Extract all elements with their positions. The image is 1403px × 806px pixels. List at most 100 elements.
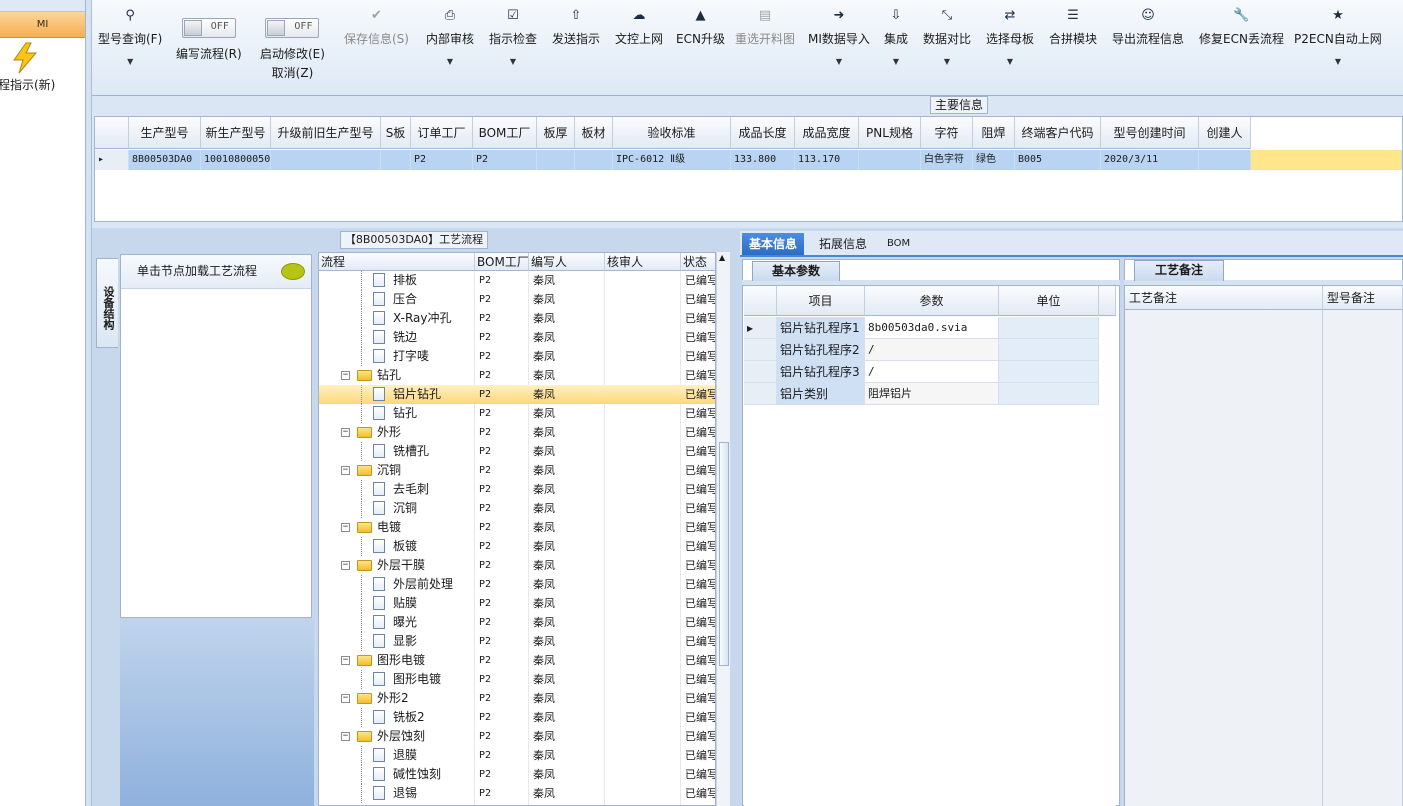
collapse-toggle-icon[interactable]: − (341, 523, 350, 532)
process-step-row[interactable]: 铝片钻孔 P2 秦凤 已编写 (319, 385, 715, 404)
process-col-header[interactable]: BOM工厂 (475, 253, 529, 271)
main-cell[interactable]: 2020/3/11 (1101, 150, 1199, 170)
save-button[interactable]: ✔ 保存信息(S) (344, 8, 409, 47)
main-col-header[interactable]: 型号创建时间 (1101, 117, 1199, 149)
main-col-header[interactable]: S板 (381, 117, 411, 149)
main-cell[interactable] (1199, 150, 1251, 170)
params-col-unit[interactable]: 单位 (999, 286, 1099, 316)
process-group-row[interactable]: − 外形 P2 秦凤 已编写 (319, 423, 715, 442)
reselect-layout-button[interactable]: ▤ 重选开料图 (735, 8, 795, 47)
main-cell[interactable] (859, 150, 921, 170)
process-group-row[interactable]: − 外形2 P2 秦凤 已编写 (319, 689, 715, 708)
param-item-cell[interactable]: 铝片钻孔程序3 (777, 361, 865, 383)
tab-extended-info[interactable]: 拓展信息 (812, 233, 874, 255)
main-col-header[interactable]: 板材 (575, 117, 613, 149)
main-cell[interactable]: P2 (473, 150, 537, 170)
data-compare-button[interactable]: ⤡ 数据对比 ▼ (923, 8, 971, 66)
process-step-row[interactable]: 打字唛 P2 秦凤 已编写 (319, 347, 715, 366)
cancel-button[interactable]: 取消(Z) (260, 64, 325, 81)
write-flow-toggle[interactable]: OFF (181, 18, 236, 38)
main-col-header[interactable]: BOM工厂 (473, 117, 537, 149)
tab-equipment-structure[interactable]: 设备结构 (96, 258, 118, 348)
process-step-row[interactable]: 去毛刺 P2 秦凤 已编写 (319, 480, 715, 499)
main-col-header[interactable]: 终端客户代码 (1015, 117, 1101, 149)
query-button[interactable]: ⚲ 型号查询(F) ▼ (98, 8, 162, 66)
main-cell[interactable]: 113.170 (795, 150, 859, 170)
param-item-cell[interactable]: 铝片类别 (777, 383, 865, 405)
process-step-row[interactable]: 贴膜 P2 秦凤 已编写 (319, 594, 715, 613)
process-step-row[interactable]: 图形电镀 P2 秦凤 已编写 (319, 670, 715, 689)
check-instruction-button[interactable]: ☑ 指示检查 ▼ (489, 8, 537, 66)
row-indicator-icon[interactable]: ▸ (744, 317, 777, 339)
process-scrollbar[interactable]: ▲ (716, 252, 730, 806)
main-col-header[interactable]: 字符 (921, 117, 973, 149)
process-group-row[interactable]: − 沉铜 P2 秦凤 已编写 (319, 461, 715, 480)
param-param-cell[interactable]: 8b00503da0.svia (865, 317, 999, 339)
p2-auto-button[interactable]: ★ P2ECN自动上网 ▼ (1294, 8, 1382, 66)
main-col-header[interactable]: 升级前旧生产型号 (271, 117, 381, 149)
main-cell[interactable] (271, 150, 381, 170)
process-group-row[interactable]: − 外层干膜 P2 秦凤 已编写 (319, 556, 715, 575)
main-col-header[interactable]: 创建人 (1199, 117, 1251, 149)
main-cell[interactable]: 白色字符 (921, 150, 973, 170)
param-unit-cell[interactable] (999, 383, 1099, 405)
params-col-item[interactable]: 项目 (777, 286, 865, 316)
process-col-header[interactable]: 编写人 (529, 253, 605, 271)
process-group-row[interactable]: − 电镀 P2 秦凤 已编写 (319, 518, 715, 537)
collapse-toggle-icon[interactable]: − (341, 561, 350, 570)
process-step-row[interactable]: 沉铜 P2 秦凤 已编写 (319, 499, 715, 518)
start-modify-toggle[interactable]: OFF (265, 18, 320, 38)
main-col-header[interactable]: 板厚 (537, 117, 575, 149)
scrollbar-thumb[interactable] (719, 442, 729, 666)
tab-basic-info[interactable]: 基本信息 (742, 233, 805, 255)
scroll-up-icon[interactable]: ▲ (719, 253, 725, 262)
row-header[interactable] (744, 383, 777, 405)
collapse-toggle-icon[interactable]: − (341, 732, 350, 741)
process-step-row[interactable]: 曝光 P2 秦凤 已编写 (319, 613, 715, 632)
tab-basic-params[interactable]: 基本参数 (752, 261, 840, 281)
doc-upload-button[interactable]: ☁ 文控上网 (615, 8, 663, 47)
process-step-row[interactable]: 板镀 P2 秦凤 已编写 (319, 537, 715, 556)
process-col-header[interactable]: 核审人 (605, 253, 681, 271)
main-cell[interactable]: B005 (1015, 150, 1101, 170)
export-flow-button[interactable]: ☺ 导出流程信息 (1112, 8, 1184, 47)
process-step-row[interactable]: 退膜 P2 秦凤 已编写 (319, 746, 715, 765)
nav-section-mi[interactable]: MI (0, 12, 85, 38)
tab-process-remarks[interactable]: 工艺备注 (1134, 260, 1224, 281)
collapse-toggle-icon[interactable]: − (341, 371, 350, 380)
process-col-header[interactable]: 流程 (319, 253, 475, 271)
process-step-row[interactable]: 退锡 P2 秦凤 已编写 (319, 784, 715, 803)
process-step-row[interactable]: 显影 P2 秦凤 已编写 (319, 632, 715, 651)
main-col-header[interactable]: 生产型号 (129, 117, 201, 149)
tab-bom[interactable]: BOM (880, 233, 917, 255)
fix-ecn-button[interactable]: 🔧 修复ECN丢流程 (1199, 8, 1284, 47)
process-step-row[interactable]: 铣板2 P2 秦凤 已编写 (319, 708, 715, 727)
integrate-button[interactable]: ⇩ 集成 ▼ (884, 8, 908, 66)
process-step-row[interactable]: X-Ray冲孔 P2 秦凤 已编写 (319, 309, 715, 328)
process-col-header[interactable]: 状态 (681, 253, 715, 271)
collapse-toggle-icon[interactable]: − (341, 656, 350, 665)
mi-import-button[interactable]: ➜ MI数据导入 ▼ (808, 8, 870, 66)
collapse-toggle-icon[interactable]: − (341, 466, 350, 475)
collapse-toggle-icon[interactable]: − (341, 694, 350, 703)
row-header[interactable] (744, 361, 777, 383)
remarks-col-model[interactable]: 型号备注 (1323, 286, 1403, 310)
main-col-header[interactable]: 成品宽度 (795, 117, 859, 149)
main-col-header[interactable]: 新生产型号 (201, 117, 271, 149)
param-param-cell[interactable]: / (865, 339, 999, 361)
main-col-header[interactable]: PNL规格 (859, 117, 921, 149)
internal-review-button[interactable]: ⎙ 内部审核 ▼ (426, 8, 474, 66)
main-cell[interactable] (381, 150, 411, 170)
param-item-cell[interactable]: 铝片钻孔程序2 (777, 339, 865, 361)
param-item-cell[interactable]: 铝片钻孔程序1 (777, 317, 865, 339)
main-cell[interactable] (575, 150, 613, 170)
model-remarks-area[interactable] (1323, 310, 1403, 806)
main-col-header[interactable]: 阻焊 (973, 117, 1015, 149)
param-unit-cell[interactable] (999, 317, 1099, 339)
process-step-row[interactable]: 排板 P2 秦凤 已编写 (319, 271, 715, 290)
process-step-row[interactable]: 压合 P2 秦凤 已编写 (319, 290, 715, 309)
main-cell[interactable]: P2 (411, 150, 473, 170)
remarks-col-process[interactable]: 工艺备注 (1125, 286, 1323, 310)
process-step-row[interactable]: 铣槽孔 P2 秦凤 已编写 (319, 442, 715, 461)
middle-splitter[interactable] (732, 229, 740, 806)
